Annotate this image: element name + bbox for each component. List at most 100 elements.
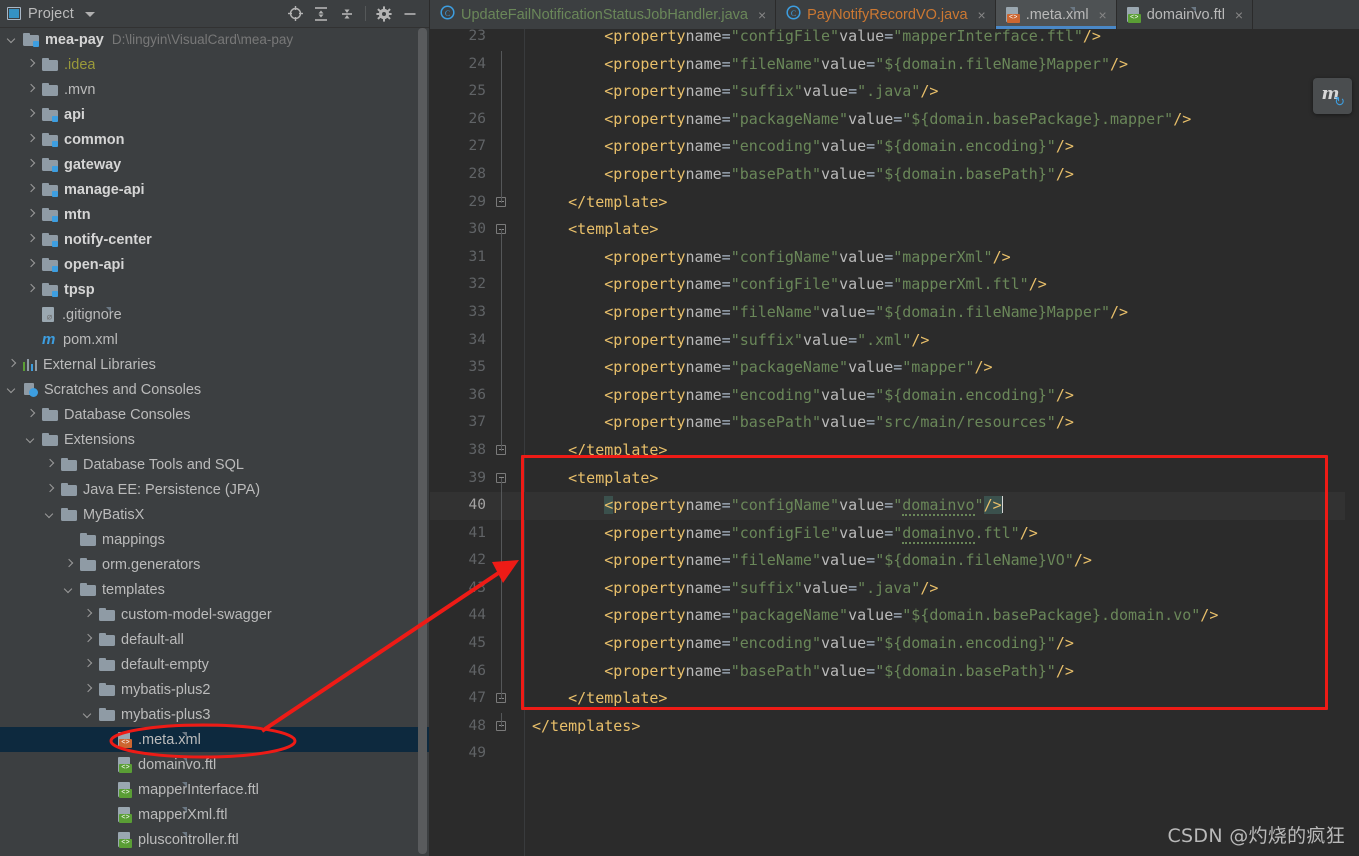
tree-item-database-tools-and-sql[interactable]: Database Tools and SQL (0, 452, 429, 477)
hide-window-icon[interactable] (397, 0, 423, 27)
project-panel-title-group[interactable]: Project (0, 6, 95, 22)
chevron-right-icon[interactable] (27, 285, 36, 294)
code-line[interactable]: 48 </templates> (430, 712, 1359, 741)
chevron-right-icon[interactable] (84, 685, 93, 694)
chevron-right-icon[interactable] (27, 85, 36, 94)
code-content[interactable]: 23 <propertyname="configFile"value="mapp… (430, 29, 1359, 856)
code-line[interactable]: 35 <propertyname="packageName"value="map… (430, 354, 1359, 382)
code-line[interactable]: 29 </template> (430, 188, 1359, 217)
tree-item-mappings[interactable]: mappings (0, 527, 429, 552)
close-icon[interactable]: × (758, 8, 766, 22)
tree-item-java-ee-persistence-jpa[interactable]: Java EE: Persistence (JPA) (0, 477, 429, 502)
tree-item-mapperxml-ftl[interactable]: <> mapperXml.ftl (0, 802, 429, 827)
chevron-right-icon[interactable] (46, 485, 55, 494)
tree-item-scratches-and-consoles[interactable]: Scratches and Consoles (0, 377, 429, 402)
tree-item-mapperinterface-ftl[interactable]: <> mapperInterface.ftl (0, 777, 429, 802)
tree-item-custom-model-swagger[interactable]: custom-model-swagger (0, 602, 429, 627)
collapse-all-icon[interactable] (334, 0, 360, 27)
code-line[interactable]: 26 <propertyname="packageName"value="${d… (430, 105, 1359, 134)
code-line[interactable]: 44 <propertyname="packageName"value="${d… (430, 602, 1359, 631)
chevron-right-icon[interactable] (84, 635, 93, 644)
editor-tab-domainvo-ftl[interactable]: <> domainvo.ftl × (1117, 0, 1254, 29)
editor-tab-updatefailnotificationstatusjobhandler-java[interactable]: C UpdateFailNotificationStatusJobHandler.… (430, 0, 777, 29)
tree-item-domainvo-ftl[interactable]: <> domainvo.ftl (0, 752, 429, 777)
chevron-right-icon[interactable] (84, 610, 93, 619)
chevron-right-icon[interactable] (27, 110, 36, 119)
chevron-right-icon[interactable] (27, 135, 36, 144)
code-line[interactable]: 38 </template> (430, 436, 1359, 465)
tree-item-mybatis-plus3[interactable]: mybatis-plus3 (0, 702, 429, 727)
code-line[interactable]: 28 <propertyname="basePath"value="${doma… (430, 160, 1359, 189)
chevron-down-icon[interactable] (84, 710, 93, 719)
tree-item-orm-generators[interactable]: orm.generators (0, 552, 429, 577)
editor-tab-bar[interactable]: C UpdateFailNotificationStatusJobHandler.… (430, 0, 1359, 30)
chevron-right-icon[interactable] (27, 185, 36, 194)
tree-item-gitignore[interactable]: ∅ .gitignore (0, 302, 429, 327)
chevron-right-icon[interactable] (8, 360, 17, 369)
code-line[interactable]: 49 (430, 740, 1359, 768)
maven-reload-button[interactable]: m ↻ (1313, 78, 1352, 114)
chevron-down-icon[interactable] (84, 12, 95, 17)
chevron-right-icon[interactable] (27, 60, 36, 69)
code-line[interactable]: 24 <propertyname="fileName"value="${doma… (430, 50, 1359, 79)
tree-item-manage-api[interactable]: manage-api (0, 177, 429, 202)
tree-item-default-all[interactable]: default-all (0, 627, 429, 652)
tree-item-pluscontroller-ftl[interactable]: <> pluscontroller.ftl (0, 827, 429, 852)
code-line[interactable]: 46 <propertyname="basePath"value="${doma… (430, 657, 1359, 686)
chevron-down-icon[interactable] (8, 35, 17, 44)
fold-marker[interactable] (494, 712, 508, 741)
tree-item-open-api[interactable]: open-api (0, 252, 429, 277)
chevron-right-icon[interactable] (65, 560, 74, 569)
editor-markers-gutter[interactable] (1345, 58, 1359, 856)
chevron-down-icon[interactable] (46, 510, 55, 519)
code-line[interactable]: 42 <propertyname="fileName"value="${doma… (430, 547, 1359, 575)
tree-item-mybatisx[interactable]: MyBatisX (0, 502, 429, 527)
gear-icon[interactable] (371, 0, 397, 27)
tree-item-extensions[interactable]: Extensions (0, 427, 429, 452)
code-line[interactable]: 27 <propertyname="encoding"value="${doma… (430, 133, 1359, 161)
locate-icon[interactable] (282, 0, 308, 27)
tree-item-common[interactable]: common (0, 127, 429, 152)
chevron-right-icon[interactable] (27, 260, 36, 269)
chevron-right-icon[interactable] (27, 410, 36, 419)
fold-marker[interactable] (494, 216, 508, 245)
chevron-down-icon[interactable] (65, 585, 74, 594)
editor-body[interactable]: 23 <propertyname="configFile"value="mapp… (430, 29, 1359, 856)
code-line[interactable]: 33 <propertyname="fileName"value="${doma… (430, 298, 1359, 327)
tree-item-templates[interactable]: templates (0, 577, 429, 602)
fold-marker[interactable] (494, 465, 508, 493)
editor-tab-meta-xml[interactable]: <> .meta.xml × (995, 0, 1117, 29)
close-icon[interactable]: × (1099, 8, 1107, 22)
code-line[interactable]: 43 <propertyname="suffix"value=".java"/> (430, 574, 1359, 603)
fold-marker[interactable] (494, 436, 508, 465)
tree-item-idea[interactable]: .idea (0, 52, 429, 77)
code-line[interactable]: 37 <propertyname="basePath"value="src/ma… (430, 409, 1359, 437)
code-line[interactable]: 31 <propertyname="configName"value="mapp… (430, 243, 1359, 272)
tree-item-api[interactable]: api (0, 102, 429, 127)
tree-item-tpsp[interactable]: tpsp (0, 277, 429, 302)
code-line[interactable]: 47 </template> (430, 685, 1359, 713)
close-icon[interactable]: × (1235, 8, 1243, 22)
fold-marker[interactable] (494, 188, 508, 217)
code-line[interactable]: 39 <template> (430, 465, 1359, 493)
tree-item-pom-xml[interactable]: m pom.xml (0, 327, 429, 352)
tree-item-external-libraries[interactable]: External Libraries (0, 352, 429, 377)
code-line[interactable]: 34 <propertyname="suffix"value=".xml"/> (430, 326, 1359, 355)
chevron-down-icon[interactable] (8, 385, 17, 394)
code-line[interactable]: 40 <propertyname="configName"value="doma… (430, 492, 1359, 520)
tree-item-mtn[interactable]: mtn (0, 202, 429, 227)
chevron-right-icon[interactable] (27, 235, 36, 244)
expand-all-icon[interactable] (308, 0, 334, 27)
code-line[interactable]: 45 <propertyname="encoding"value="${doma… (430, 630, 1359, 658)
chevron-down-icon[interactable] (27, 435, 36, 444)
tree-item-mybatis-plus2[interactable]: mybatis-plus2 (0, 677, 429, 702)
code-line[interactable]: 25 <propertyname="suffix"value=".java"/> (430, 78, 1359, 106)
tree-item-database-consoles[interactable]: Database Consoles (0, 402, 429, 427)
tree-item-meta-xml[interactable]: <> .meta.xml (0, 727, 429, 752)
chevron-right-icon[interactable] (46, 460, 55, 469)
tree-item-gateway[interactable]: gateway (0, 152, 429, 177)
project-tree[interactable]: mea-pay D:\lingyin\VisualCard\mea-pay .ide… (0, 27, 429, 856)
code-line[interactable]: 30 <template> (430, 216, 1359, 245)
tree-item-notify-center[interactable]: notify-center (0, 227, 429, 252)
chevron-right-icon[interactable] (84, 660, 93, 669)
